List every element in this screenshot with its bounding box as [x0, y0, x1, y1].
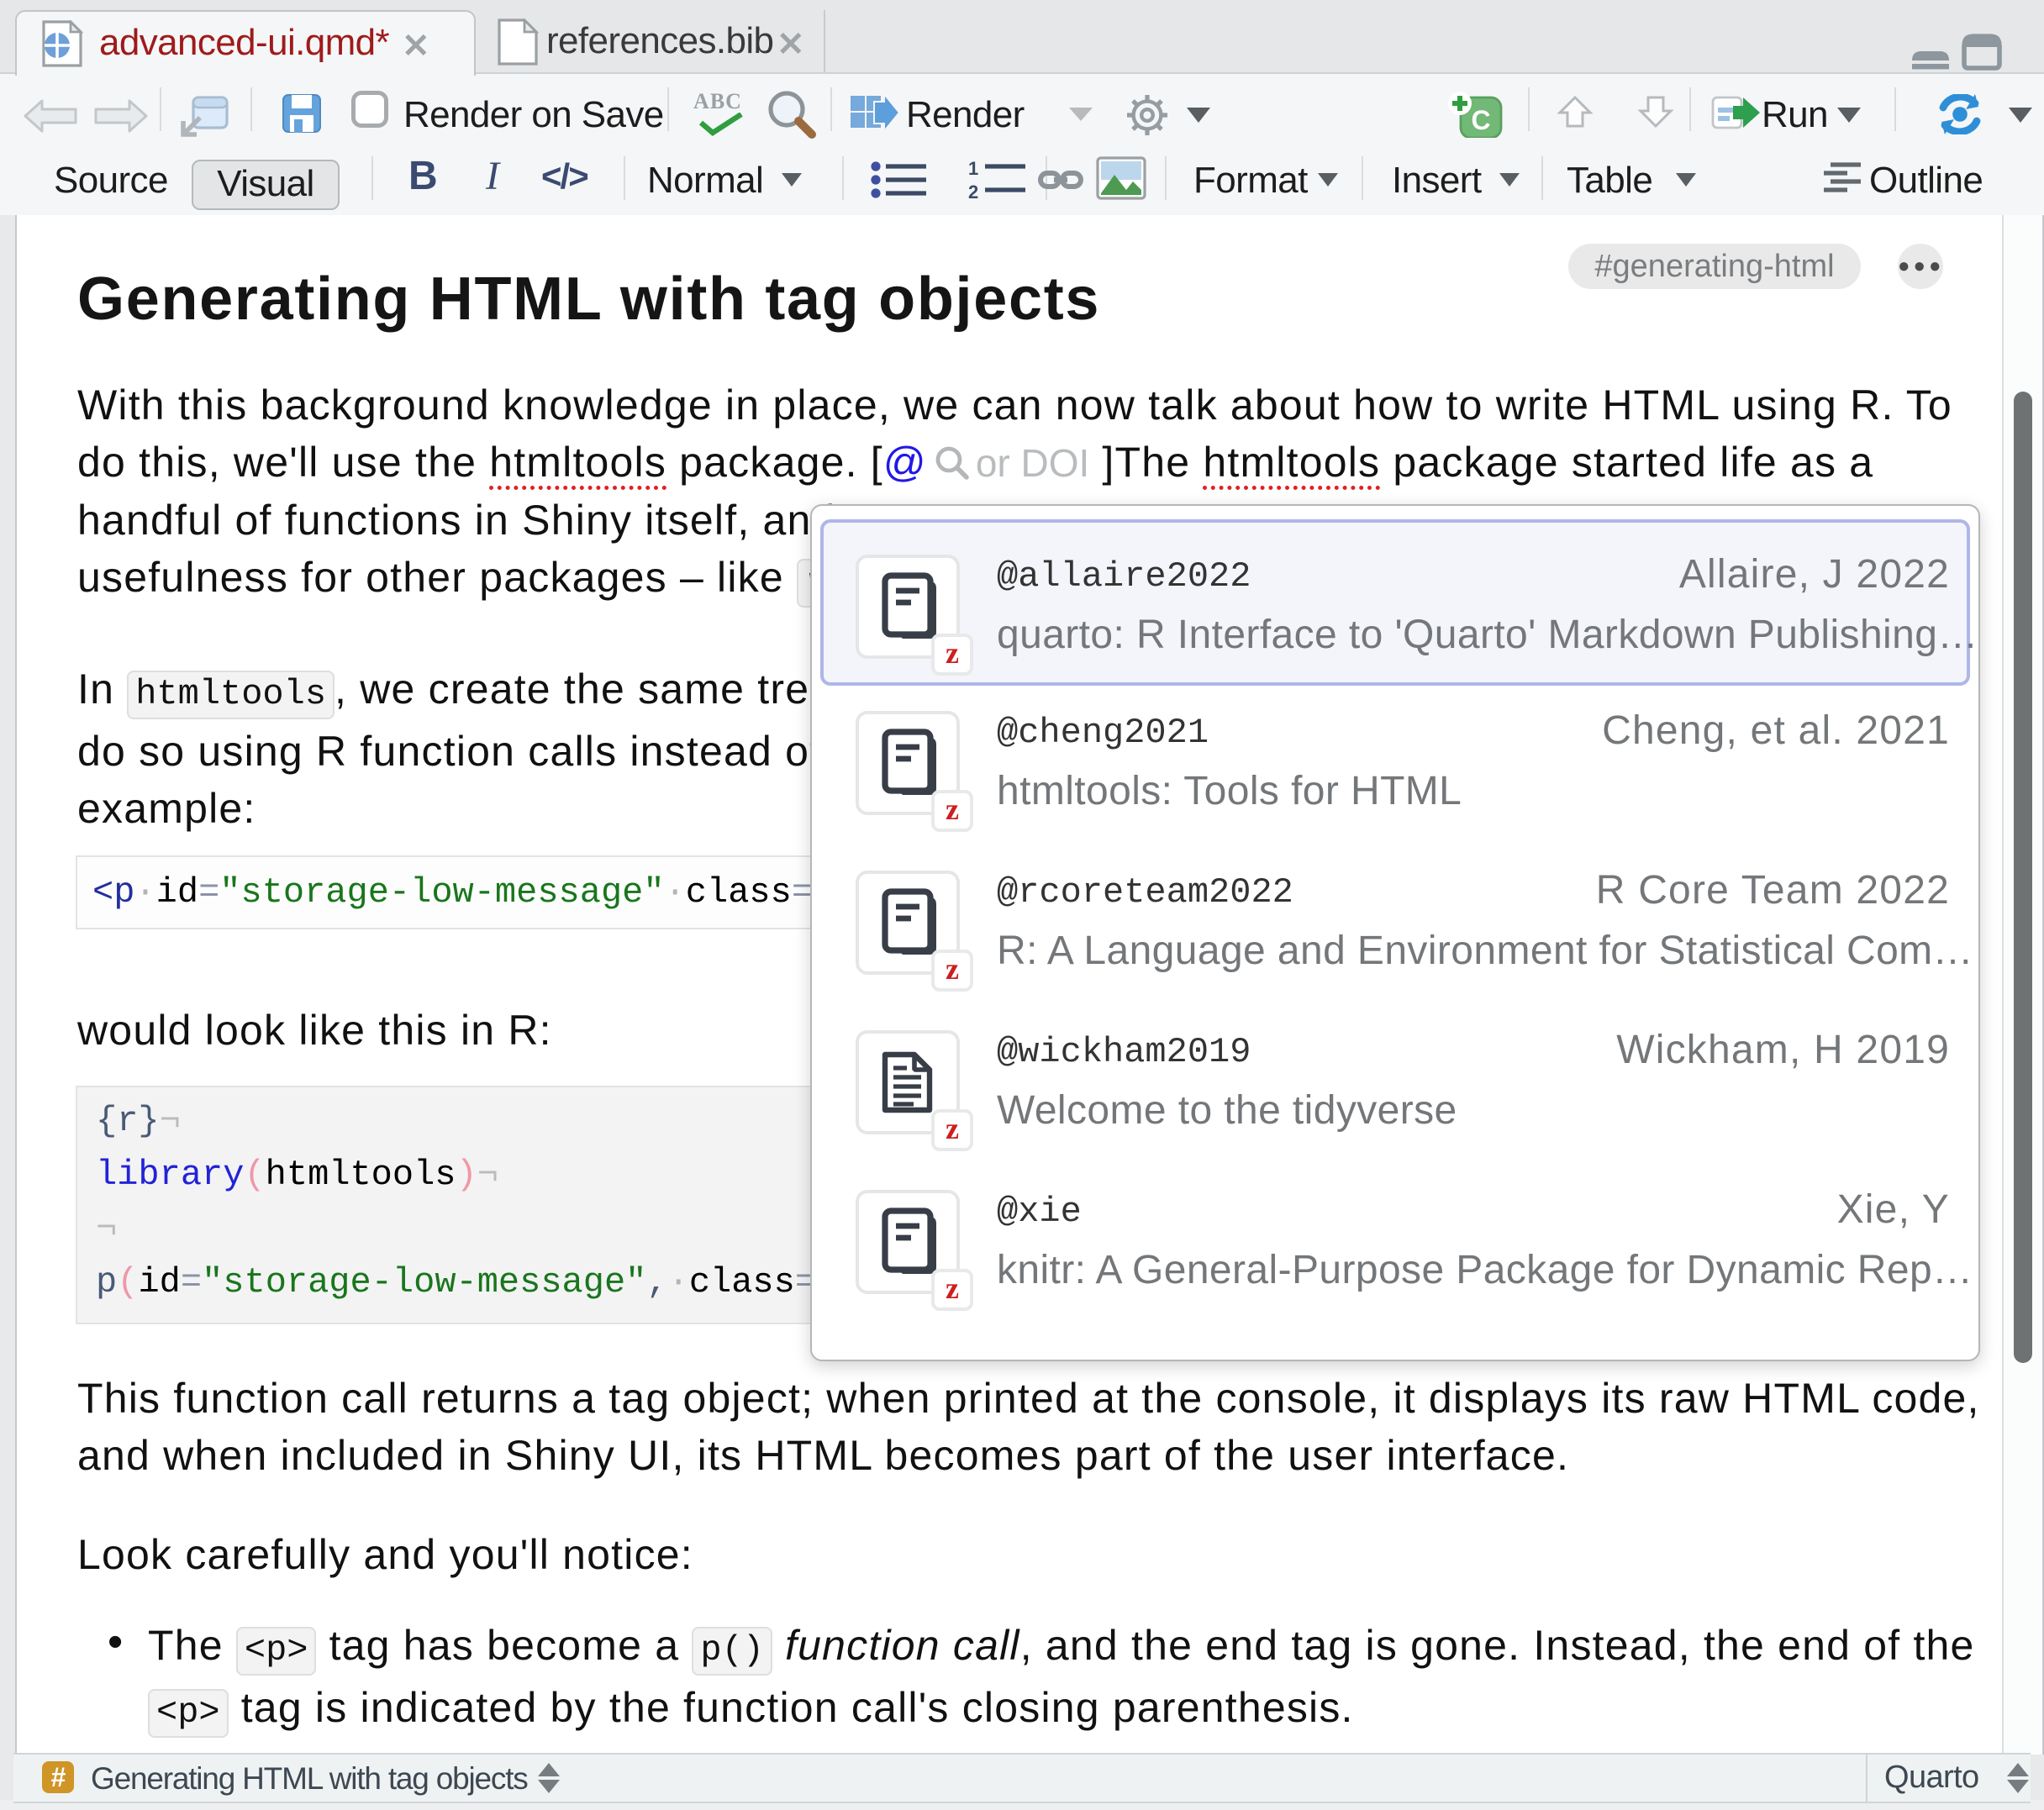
svg-text:C: C [1471, 105, 1490, 135]
